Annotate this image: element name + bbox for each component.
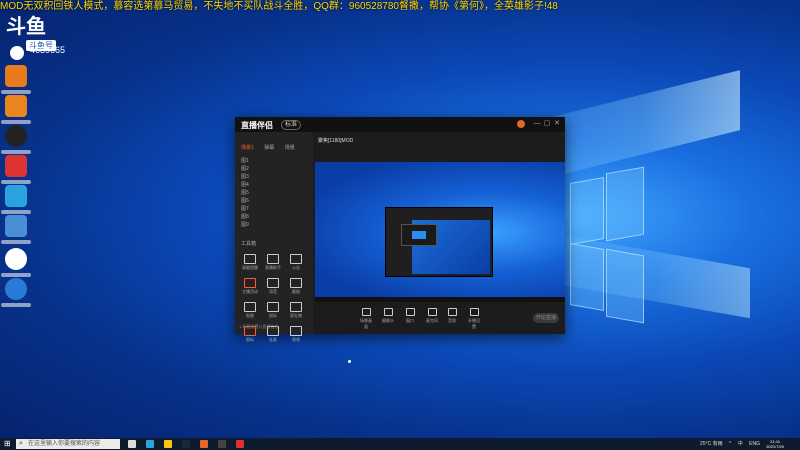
tray-expand[interactable]: ^ [729, 441, 731, 447]
desktop-icon-app2[interactable] [5, 95, 27, 117]
stream-marquee-text: MOD无双积回铁人模式，慕容选第慕马贸易，不失地不买队战斗全胜，QQ群：9605… [0, 1, 558, 12]
tool-button[interactable]: 直播助手 [262, 252, 284, 274]
preview-taskbar [315, 297, 565, 302]
desktop-icon-app5[interactable] [5, 185, 27, 207]
app-badge[interactable]: 标准 [281, 120, 302, 130]
source-item[interactable]: 图6 [235, 197, 313, 205]
source-item[interactable]: 图8 [235, 213, 313, 221]
taskbar-app-icon[interactable] [236, 440, 244, 448]
tools-header: 工具箱 [241, 241, 257, 247]
nested-preview [385, 207, 493, 277]
live-companion-taskbar-icon[interactable] [200, 440, 208, 448]
desktop-icon-label [1, 273, 31, 277]
live-companion-window[interactable]: 直播伴侣 标准 — ▢ ✕ 场景1 弹幕 场景 图1 图2 图3 图4 图5 图… [235, 117, 565, 342]
scene-capture-button[interactable]: 场景画面 [359, 308, 373, 330]
source-item[interactable]: 图2 [235, 165, 313, 173]
source-item[interactable]: 图9 [235, 221, 313, 229]
qq-icon[interactable] [5, 125, 27, 147]
app-name: 直播伴侣 [241, 121, 273, 130]
bottom-note[interactable]: 1.标题设置与直播信息 [239, 324, 278, 330]
live-settings-button[interactable]: 开播设置 [467, 308, 481, 330]
desktop-icon-label [1, 210, 31, 214]
desktop-icon-app4[interactable] [5, 155, 27, 177]
windows-taskbar: ⊞ ⌕ 在这里输入你要搜索的内容 25°C 有雨 ^ 中 ENG 21:41 2… [0, 438, 800, 450]
desktop-icon-label [1, 120, 31, 124]
taskbar-clock[interactable]: 21:41 2021/7/20 [766, 439, 784, 449]
source-item[interactable]: 图1 [235, 157, 313, 165]
desktop-icon-label [1, 90, 31, 94]
mic-button[interactable]: 麦克风 [425, 308, 439, 324]
douyu-avatar [10, 46, 24, 60]
desktop-icon-app7[interactable] [5, 248, 27, 270]
room-id: 4639665 [30, 45, 66, 55]
tab-danmu[interactable]: 弹幕 [264, 144, 274, 151]
douyu-brand: 斗鱼 [6, 16, 46, 38]
tool-button[interactable]: 主播活动 [239, 276, 261, 298]
source-item[interactable]: 图4 [235, 181, 313, 189]
weather[interactable]: 25°C 有雨 [700, 441, 723, 447]
minimize-button[interactable]: — [533, 120, 541, 128]
taskbar-app-icon[interactable] [218, 440, 226, 448]
ime-indicator[interactable]: 中 [738, 441, 743, 447]
app-titlebar[interactable]: 直播伴侣 标准 — ▢ ✕ [235, 117, 565, 132]
language-indicator[interactable]: ENG [749, 441, 760, 447]
tool-button[interactable]: 公告 [285, 252, 307, 274]
desktop-icon-label [1, 150, 31, 154]
camera-button[interactable]: 摄像头 [381, 308, 395, 324]
scene-sidebar: 场景1 弹幕 场景 图1 图2 图3 图4 图5 图6 图7 图8 图9 工具箱… [235, 132, 313, 342]
tool-button[interactable]: 截图 [285, 276, 307, 298]
window-capture-button[interactable]: 窗口 [403, 308, 417, 324]
system-tray: 25°C 有雨 ^ 中 ENG [695, 438, 760, 450]
tab-scene[interactable]: 场景1 [241, 144, 254, 151]
desktop-icon-label [1, 180, 31, 184]
taskbar-search[interactable]: ⌕ 在这里输入你要搜索的内容 [16, 439, 120, 449]
desktop-icon-label [1, 240, 31, 244]
source-item[interactable]: 图3 [235, 173, 313, 181]
start-live-button[interactable]: 开始直播 [533, 313, 559, 323]
toolbox: 高能提醒 直播助手 公告 主播活动 语音 截图 贴图 鼠标 获礼物 图标 连麦 视频 [239, 252, 311, 348]
tool-button[interactable]: 视频 [285, 324, 307, 346]
tab-scene-2[interactable]: 场景 [285, 144, 295, 151]
tool-button[interactable]: 鼠标 [262, 300, 284, 322]
tool-button[interactable]: 语音 [262, 276, 284, 298]
desktop-icon-label [1, 303, 31, 307]
main-area: 聚焦[1180]MOD 场景画面 摄像头 窗口 麦克风 音效 开播设置 开始直播 [315, 132, 565, 334]
tool-button[interactable]: 贴图 [239, 300, 261, 322]
source-item[interactable]: 图7 [235, 205, 313, 213]
audio-button[interactable]: 音效 [445, 308, 459, 324]
mouse-cursor [348, 360, 351, 363]
desktop-icon-app6[interactable] [5, 215, 27, 237]
control-bar: 场景画面 摄像头 窗口 麦克风 音效 开播设置 开始直播 [315, 304, 565, 334]
steam-icon[interactable] [182, 440, 190, 448]
room-header: 聚焦[1180]MOD [315, 132, 565, 160]
search-placeholder: 在这里输入你要搜索的内容 [28, 441, 101, 447]
desktop-icon-app1[interactable] [5, 65, 27, 87]
close-button[interactable]: ✕ [553, 120, 561, 128]
search-icon: ⌕ [19, 440, 23, 447]
room-title[interactable]: 聚焦[1180]MOD [318, 137, 353, 144]
stream-preview[interactable] [315, 162, 565, 302]
maximize-button[interactable]: ▢ [543, 120, 551, 128]
tool-button[interactable]: 高能提醒 [239, 252, 261, 274]
windows-logo-wallpaper [570, 166, 644, 324]
desktop-icon-app8[interactable] [5, 278, 27, 300]
tool-button[interactable]: 获礼物 [285, 300, 307, 322]
clock-date: 2021/7/20 [766, 444, 784, 449]
avatar[interactable] [517, 120, 525, 128]
edge-icon[interactable] [146, 440, 154, 448]
start-button[interactable]: ⊞ [4, 440, 12, 448]
file-explorer-icon[interactable] [164, 440, 172, 448]
task-view-icon[interactable] [128, 440, 136, 448]
source-item[interactable]: 图5 [235, 189, 313, 197]
